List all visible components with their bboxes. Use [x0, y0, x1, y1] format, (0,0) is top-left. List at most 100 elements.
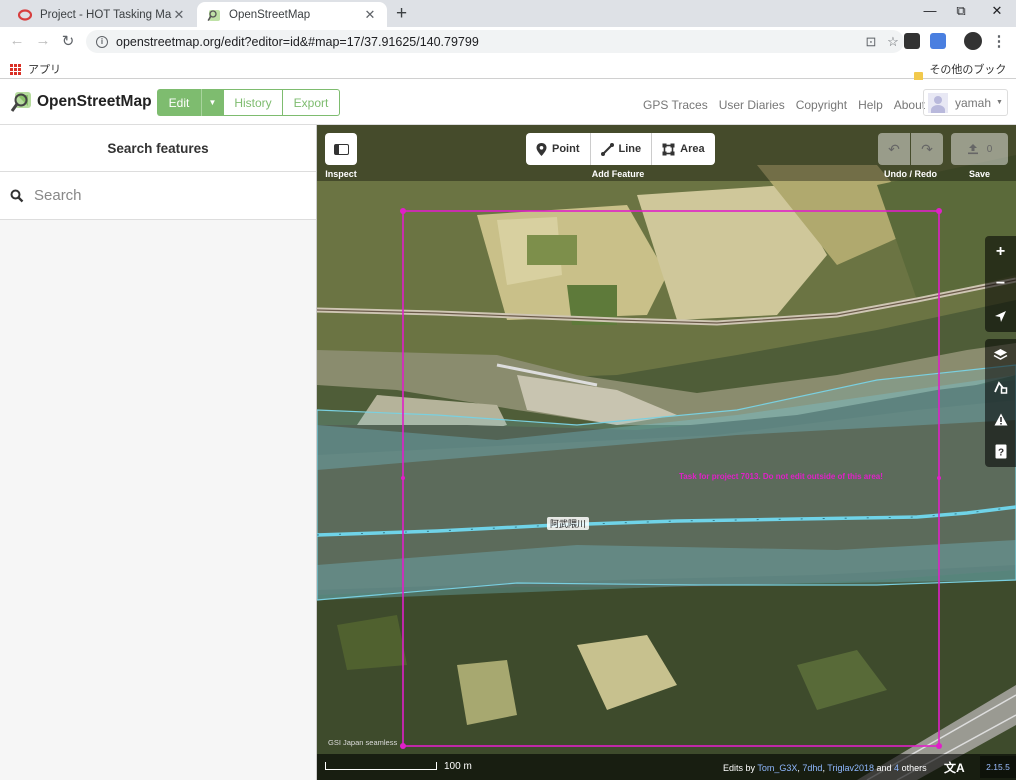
- imagery-attribution[interactable]: GSI Japan seamless: [328, 738, 397, 747]
- sidebar: Search features: [0, 125, 317, 780]
- add-feature-group: Point Line Area: [526, 133, 715, 165]
- site-info-icon[interactable]: i: [96, 35, 108, 48]
- area-icon: [662, 143, 675, 155]
- add-area-button[interactable]: Area: [652, 133, 714, 165]
- nav-link-gps-traces[interactable]: GPS Traces: [643, 98, 708, 112]
- river-name-label[interactable]: 阿武隈川: [547, 517, 590, 530]
- sidebar-title: Search features: [0, 125, 316, 172]
- contributor-link[interactable]: Triglav2018: [827, 763, 874, 773]
- close-tab-icon[interactable]: ✕: [363, 7, 377, 23]
- tab-title: OpenStreetMap: [229, 8, 311, 21]
- apps-shortcut[interactable]: アプリ: [10, 61, 61, 77]
- map-data-icon[interactable]: [985, 371, 1016, 403]
- export-button[interactable]: Export: [283, 89, 340, 116]
- forward-arrow-icon[interactable]: →: [33, 32, 53, 49]
- extension-icon-blue[interactable]: [930, 33, 946, 49]
- osm-favicon-icon: [207, 9, 220, 21]
- search-input[interactable]: [34, 187, 294, 204]
- profile-avatar-icon[interactable]: [964, 32, 982, 50]
- sidebar-toggle-icon: [333, 143, 349, 155]
- map-panes-controls: ?: [985, 339, 1016, 467]
- user-avatar-icon: [928, 92, 948, 113]
- nav-link-about[interactable]: About: [894, 98, 925, 112]
- version-label[interactable]: 2.15.5: [980, 756, 1016, 778]
- close-window-button[interactable]: ✕: [987, 3, 1007, 19]
- scale-bar[interactable]: [325, 762, 437, 770]
- map-footer: 100 m Edits by Tom_G3X, 7dhd, Triglav201…: [317, 754, 1016, 780]
- others-text: others: [901, 763, 927, 773]
- browser-toolbar: ← → ↻ i openstreetmap.org/edit?editor=id…: [0, 27, 1016, 56]
- browser-menu-icon[interactable]: ⋮: [989, 32, 1009, 50]
- zoom-controls: + −: [985, 236, 1016, 332]
- browser-tab-bar: Project - HOT Tasking Manager ✕ OpenStre…: [0, 0, 1016, 27]
- scale-label: 100 m: [444, 761, 472, 772]
- point-label: Point: [552, 143, 580, 155]
- reload-icon[interactable]: ↻: [58, 32, 78, 50]
- undo-redo-label: Undo / Redo: [884, 169, 937, 179]
- and-text: and: [876, 763, 892, 773]
- save-count: 0: [986, 143, 993, 155]
- feature-search-bar: [0, 172, 316, 220]
- extension-icon[interactable]: [904, 33, 920, 49]
- url-text[interactable]: openstreetmap.org/edit?editor=id&#map=17…: [116, 35, 860, 49]
- map-canvas[interactable]: Task for project 7013. Do not edit outsi…: [317, 125, 1016, 780]
- geolocate-icon[interactable]: [985, 300, 1016, 332]
- line-icon: [600, 142, 614, 156]
- address-bar[interactable]: i openstreetmap.org/edit?editor=id&#map=…: [86, 30, 904, 53]
- undo-icon[interactable]: ↶: [878, 133, 910, 165]
- search-icon: [10, 189, 24, 202]
- edit-button-group: Edit ▼ History Export: [157, 89, 340, 116]
- edits-by-text: Edits by: [723, 763, 756, 773]
- bookmark-star-icon[interactable]: ☆: [882, 34, 904, 50]
- help-icon[interactable]: ?: [985, 435, 1016, 467]
- contributor-link[interactable]: 7dhd: [802, 763, 822, 773]
- edit-button[interactable]: Edit: [157, 89, 201, 116]
- line-label: Line: [618, 143, 642, 155]
- inspect-button[interactable]: [325, 133, 357, 165]
- map-pin-icon: [536, 142, 547, 156]
- language-translate-icon[interactable]: 文A: [944, 759, 965, 776]
- chevron-down-icon: ▼: [996, 99, 1003, 106]
- add-line-button[interactable]: Line: [591, 133, 653, 165]
- site-name: OpenStreetMap: [37, 93, 152, 110]
- edit-dropdown-caret-icon[interactable]: ▼: [201, 89, 223, 116]
- osm-logo[interactable]: OpenStreetMap: [10, 91, 152, 113]
- browser-tab-tasking-manager[interactable]: Project - HOT Tasking Manager ✕: [8, 2, 196, 27]
- close-tab-icon[interactable]: ✕: [172, 7, 186, 23]
- area-label: Area: [680, 143, 705, 155]
- hot-tasking-manager-favicon-icon: [18, 8, 32, 21]
- redo-icon[interactable]: ↷: [911, 133, 943, 165]
- bookmarks-bar: アプリ その他のブックマーク: [0, 56, 1016, 92]
- others-count-link[interactable]: 4: [894, 763, 899, 773]
- contributors-attribution: Edits by Tom_G3X, 7dhd, Triglav2018 and …: [723, 763, 927, 773]
- upload-icon: [967, 144, 978, 155]
- back-arrow-icon[interactable]: ←: [7, 32, 27, 49]
- osm-magnifier-logo-icon: [10, 92, 31, 112]
- browser-tab-openstreetmap[interactable]: OpenStreetMap ✕: [197, 2, 387, 27]
- history-button[interactable]: History: [223, 89, 283, 116]
- restore-window-button[interactable]: ⧉: [951, 3, 971, 19]
- background-layers-icon[interactable]: [985, 339, 1016, 371]
- minimize-window-button[interactable]: —: [920, 3, 940, 18]
- zoom-out-icon[interactable]: −: [985, 268, 1016, 300]
- nav-link-help[interactable]: Help: [858, 98, 883, 112]
- nav-link-user-diaries[interactable]: User Diaries: [719, 98, 785, 112]
- save-button[interactable]: 0: [951, 133, 1008, 165]
- osm-header: OpenStreetMap Edit ▼ History Export GPS …: [0, 80, 1016, 125]
- translate-icon[interactable]: ⊡: [860, 34, 882, 50]
- undo-redo-group: ↶ ↷: [878, 133, 943, 165]
- zoom-in-icon[interactable]: +: [985, 236, 1016, 268]
- issues-warning-icon[interactable]: [985, 403, 1016, 435]
- contributor-link[interactable]: Tom_G3X: [757, 763, 797, 773]
- apps-label: アプリ: [28, 64, 61, 76]
- task-boundary-label: Task for project 7013. Do not edit outsi…: [679, 472, 883, 481]
- header-nav-links: GPS Traces User Diaries Copyright Help A…: [643, 98, 936, 112]
- tab-title: Project - HOT Tasking Manager: [40, 8, 172, 21]
- nav-link-copyright[interactable]: Copyright: [796, 98, 847, 112]
- new-tab-button[interactable]: +: [396, 3, 407, 25]
- add-point-button[interactable]: Point: [526, 133, 591, 165]
- svg-text:?: ?: [997, 447, 1003, 458]
- inspect-label: Inspect: [325, 169, 357, 179]
- save-label: Save: [968, 169, 991, 179]
- user-menu-button[interactable]: yamah ▼: [923, 89, 1008, 116]
